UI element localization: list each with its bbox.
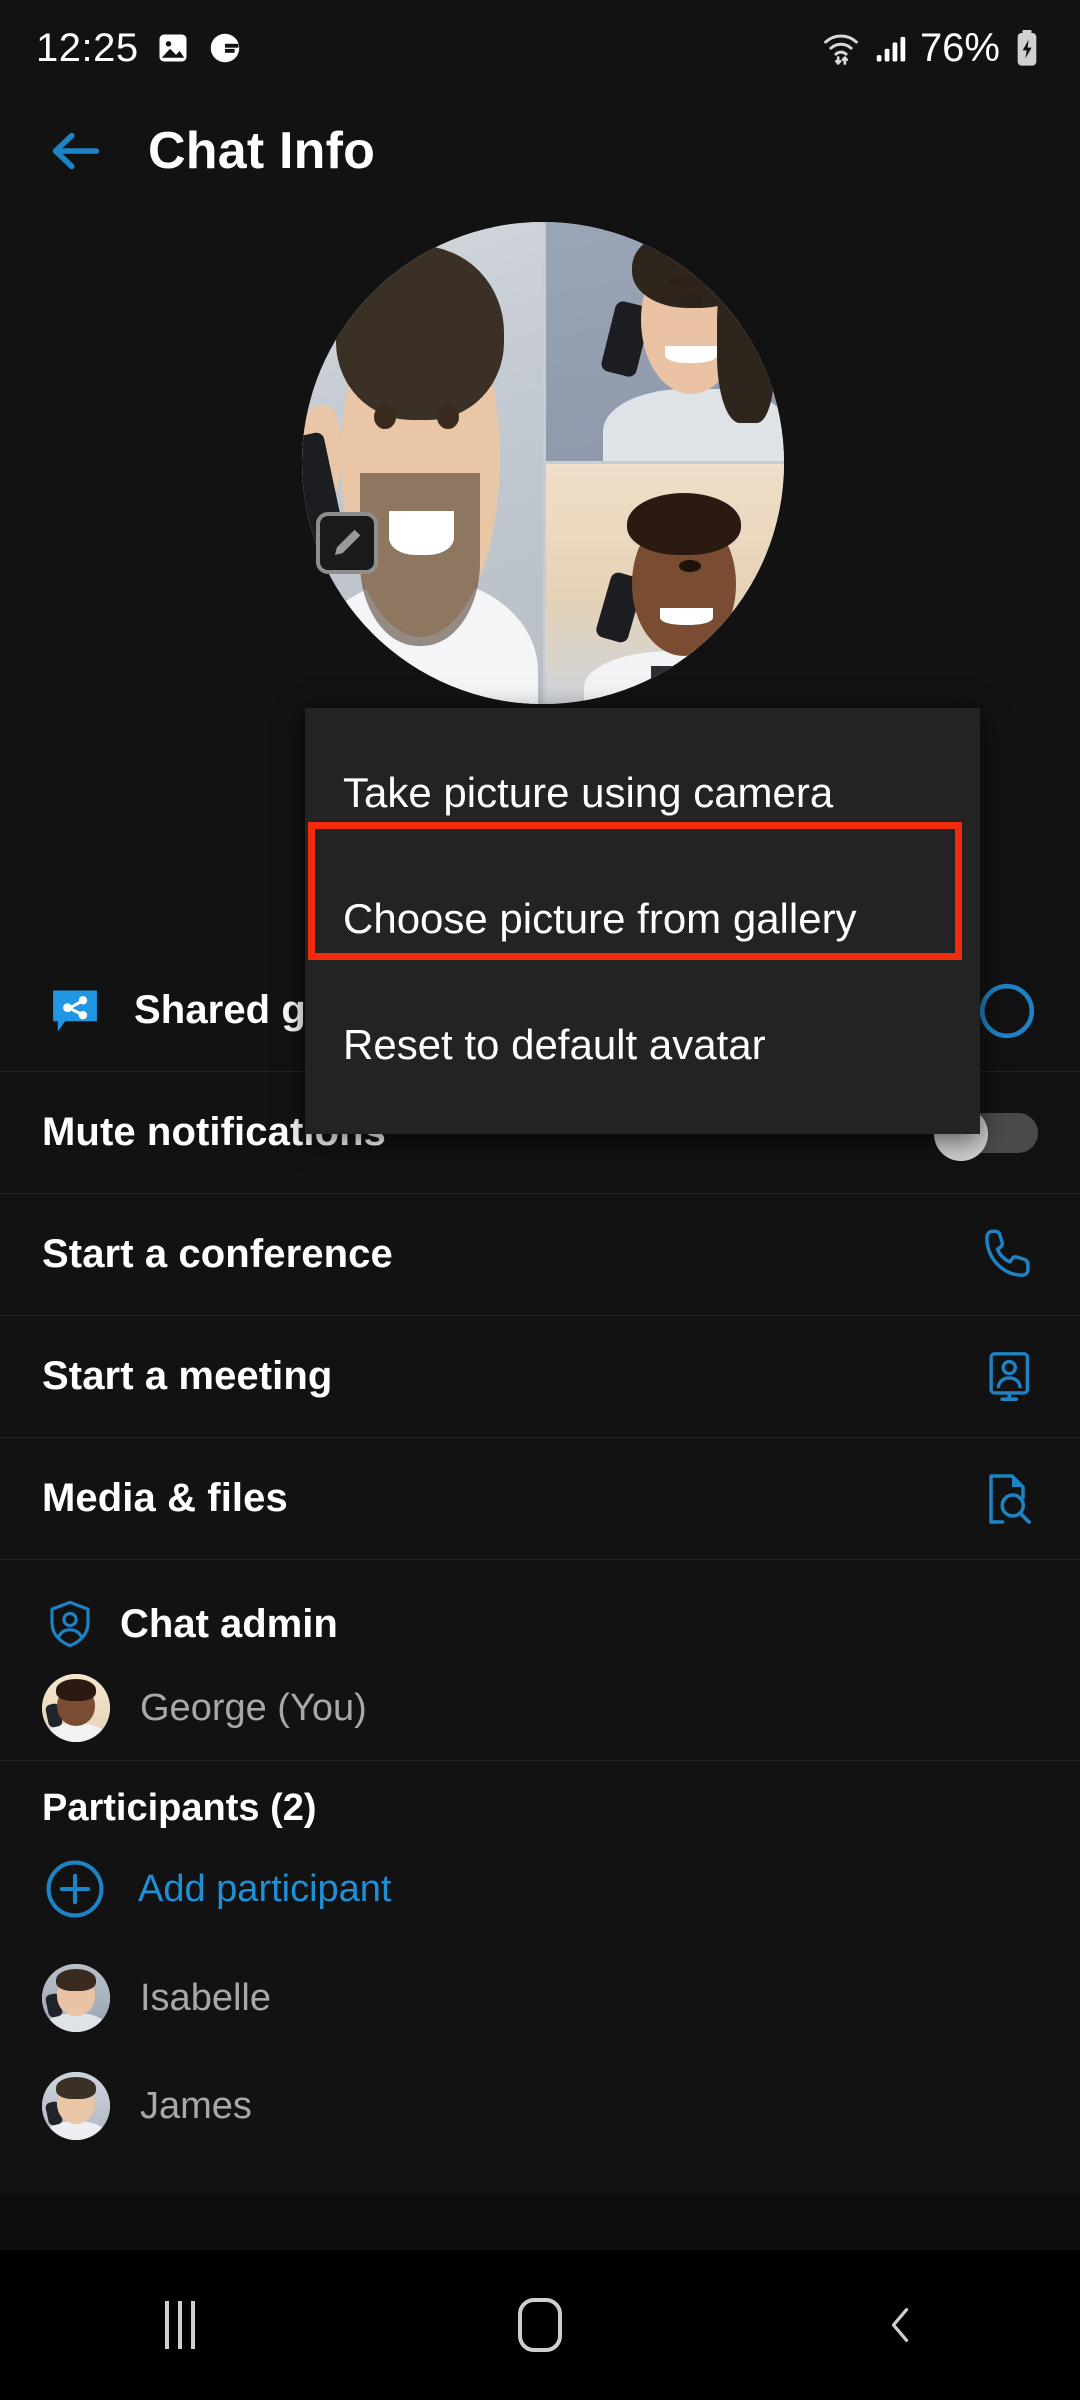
phone-screen: 12:25 76% Chat Info Shared groups Mute n… (0, 0, 1080, 2400)
row-label: Start a meeting (42, 1354, 333, 1398)
row-label: Media & files (42, 1476, 288, 1520)
android-nav-bar (0, 2250, 1080, 2400)
battery-percent-label: 76% (919, 25, 1000, 70)
avatar-tile-top-right (545, 222, 784, 462)
avatar-tile-left (302, 222, 543, 704)
status-bar-left: 12:25 (36, 26, 243, 71)
add-participant-label: Add participant (138, 1867, 392, 1910)
avatar (42, 2072, 110, 2140)
battery-charging-icon (1010, 28, 1044, 68)
row-media-and-files[interactable]: Media & files (0, 1438, 1080, 1560)
shared-chat-icon (42, 978, 108, 1044)
status-bar-clock: 12:25 (36, 25, 139, 70)
avatar (42, 1674, 110, 1742)
menu-bottom-padding (305, 1108, 980, 1134)
participant-name: Isabelle (140, 1976, 271, 2019)
recents-button[interactable] (105, 2270, 255, 2380)
row-label: Start a conference (42, 1232, 393, 1276)
app-header: Chat Info (0, 96, 1080, 206)
participants-title: Participants (2) (42, 1787, 317, 1829)
participant-name: James (140, 2084, 252, 2127)
meeting-screen-icon (980, 1348, 1038, 1406)
phone-icon (976, 1224, 1038, 1286)
file-search-icon (978, 1469, 1038, 1529)
recents-icon (165, 2301, 195, 2349)
chat-admin-title: Chat admin (120, 1601, 338, 1646)
status-bar-right: 76% (820, 26, 1044, 71)
signal-icon (872, 29, 910, 67)
back-chevron-icon (891, 2308, 909, 2342)
arrow-left-icon (52, 132, 100, 170)
back-button[interactable] (40, 116, 110, 186)
participants-section: Participants (2) Add participant Isabell… (0, 1761, 1080, 2158)
chat-admin-section: Chat admin George (You) (0, 1560, 1080, 1761)
row-start-a-meeting[interactable]: Start a meeting (0, 1316, 1080, 1438)
row-start-a-conference[interactable]: Start a conference (0, 1194, 1080, 1316)
admin-list-item[interactable]: George (You) (42, 1652, 1038, 1760)
group-avatar[interactable] (302, 222, 784, 704)
plus-circle-icon (42, 1856, 108, 1922)
menu-item-reset-to-default-avatar[interactable]: Reset to default avatar (305, 982, 980, 1108)
bottom-spacer (0, 2194, 1080, 2250)
participant-list-item[interactable]: James (42, 2050, 1038, 2158)
avatar (42, 1964, 110, 2032)
chat-admin-header: Chat admin (42, 1560, 1038, 1652)
menu-item-take-picture-using-camera[interactable]: Take picture using camera (305, 730, 980, 856)
app-badge-icon (207, 30, 243, 66)
admin-name: George (You) (140, 1686, 367, 1729)
group-avatar-container[interactable] (302, 222, 784, 704)
menu-top-padding (305, 708, 980, 730)
menu-item-choose-picture-from-gallery[interactable]: Choose picture from gallery (305, 856, 980, 982)
shield-person-icon (42, 1596, 98, 1652)
add-participant-button[interactable]: Add participant (42, 1830, 1038, 1942)
circle-icon (976, 980, 1038, 1042)
back-nav-button[interactable] (825, 2270, 975, 2380)
status-bar: 12:25 76% (0, 0, 1080, 96)
participant-list-item[interactable]: Isabelle (42, 1942, 1038, 2050)
avatar-tile-bottom-right (545, 463, 784, 704)
page-title: Chat Info (148, 122, 376, 180)
image-icon (155, 30, 191, 66)
wifi-icon (820, 27, 862, 69)
avatar-options-menu[interactable]: Take picture using camera Choose picture… (305, 708, 980, 1134)
home-icon (518, 2298, 562, 2352)
edit-pencil-icon[interactable] (316, 512, 378, 574)
home-button[interactable] (465, 2270, 615, 2380)
